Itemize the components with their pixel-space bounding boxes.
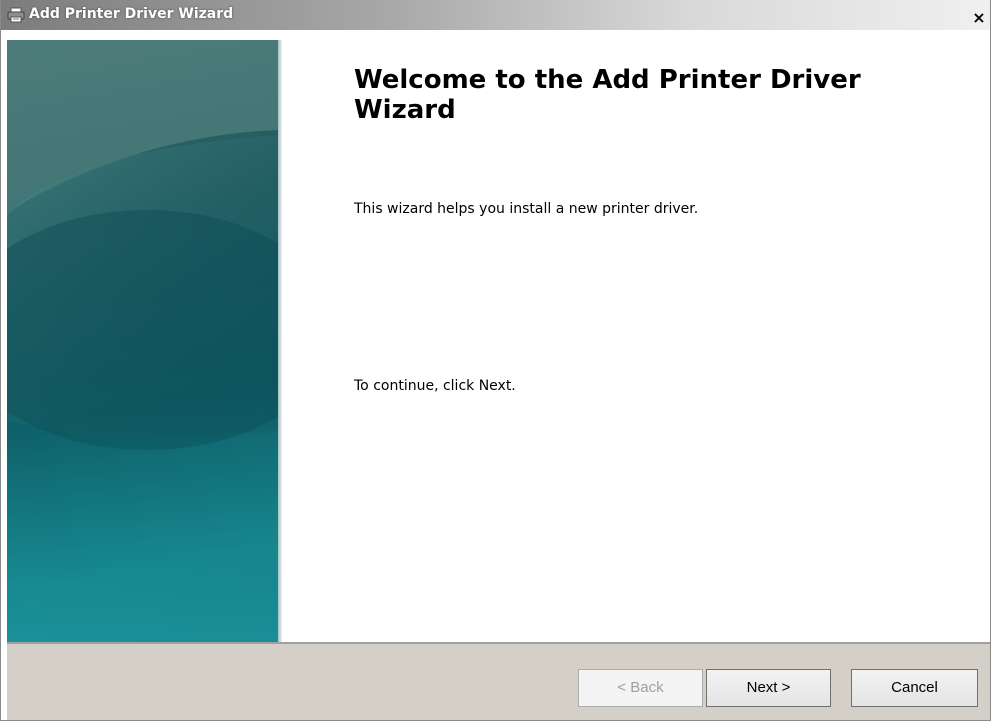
- window-title: Add Printer Driver Wizard: [29, 6, 234, 22]
- next-button[interactable]: Next >: [706, 669, 831, 707]
- banner-divider: [278, 40, 282, 642]
- title-bar[interactable]: Add Printer Driver Wizard ×: [1, 0, 990, 30]
- wizard-description: This wizard helps you install a new prin…: [354, 201, 699, 217]
- page-heading: Welcome to the Add Printer Driver Wizard: [354, 65, 861, 125]
- wizard-window: Add Printer Driver Wizard × Welcome to t…: [0, 0, 991, 721]
- cancel-button[interactable]: Cancel: [851, 669, 978, 707]
- back-button[interactable]: < Back: [578, 669, 703, 707]
- printer-icon: [7, 7, 25, 23]
- close-button[interactable]: ×: [970, 9, 988, 27]
- continue-instruction: To continue, click Next.: [354, 378, 516, 394]
- wizard-banner-image: [7, 40, 278, 642]
- button-bar: [7, 644, 990, 720]
